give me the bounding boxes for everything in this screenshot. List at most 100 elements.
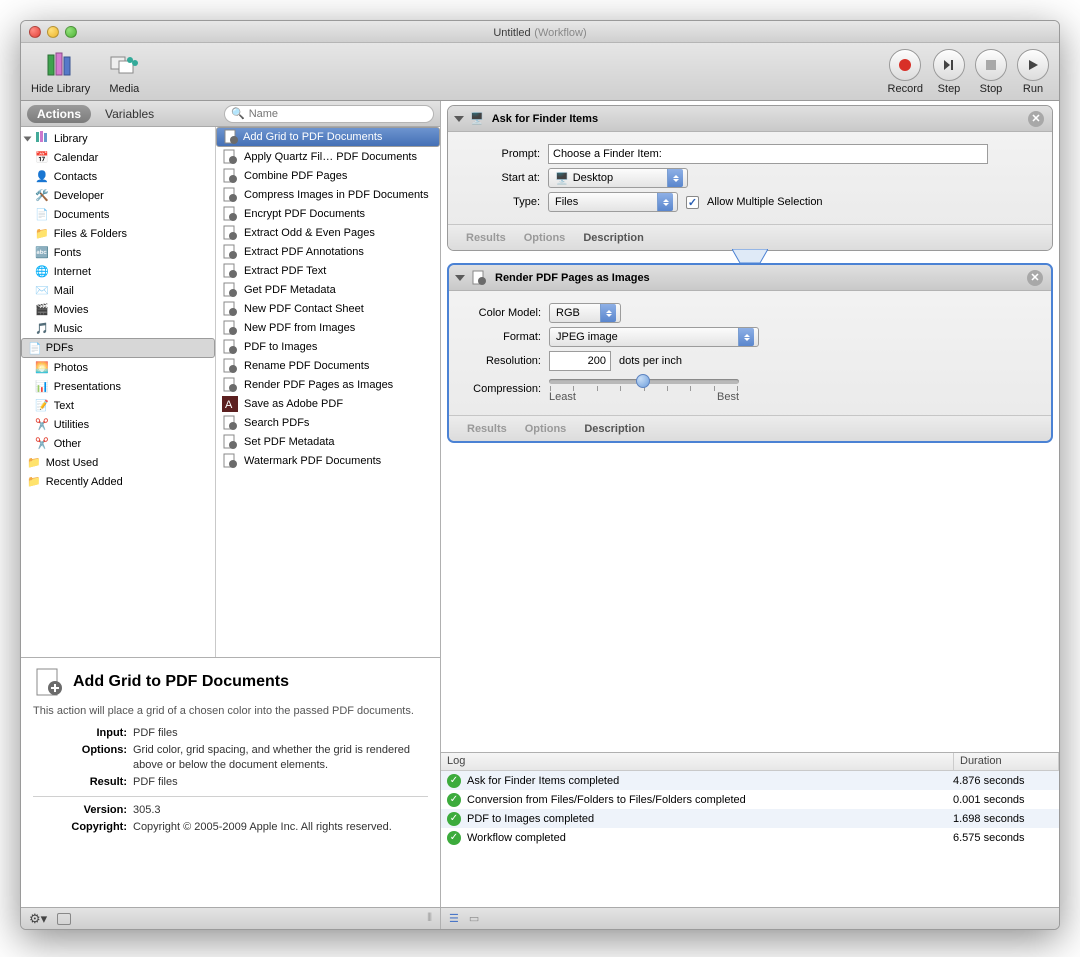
log-row[interactable]: ✓Workflow completed6.575 seconds bbox=[441, 828, 1059, 847]
category-icon: 📝 bbox=[35, 399, 49, 412]
pdf-action-icon bbox=[222, 377, 238, 393]
category-tree[interactable]: Library 📅Calendar👤Contacts🛠️Developer📄Do… bbox=[21, 127, 216, 657]
pdf-action-icon bbox=[222, 187, 238, 203]
run-button[interactable]: Run bbox=[1017, 49, 1049, 95]
tree-item-presentations[interactable]: 📊Presentations bbox=[21, 377, 215, 396]
category-icon: 👤 bbox=[35, 170, 49, 183]
tree-item-developer[interactable]: 🛠️Developer bbox=[21, 186, 215, 205]
tab-actions[interactable]: Actions bbox=[27, 105, 91, 123]
action-item[interactable]: Search PDFs bbox=[216, 413, 440, 432]
resolution-input[interactable] bbox=[549, 351, 611, 371]
stop-button[interactable]: Stop bbox=[975, 49, 1007, 95]
action-item[interactable]: Compress Images in PDF Documents bbox=[216, 185, 440, 204]
compression-label: Compression: bbox=[461, 383, 541, 395]
view-toggle-1[interactable] bbox=[57, 913, 71, 925]
pdf-action-icon bbox=[222, 301, 238, 317]
colormodel-select[interactable]: RGB bbox=[549, 303, 621, 323]
log-row[interactable]: ✓PDF to Images completed1.698 seconds bbox=[441, 809, 1059, 828]
search-input[interactable] bbox=[249, 108, 427, 120]
tree-item-documents[interactable]: 📄Documents bbox=[21, 205, 215, 224]
disclosure-icon[interactable] bbox=[454, 116, 464, 122]
media-button[interactable]: Media bbox=[108, 49, 140, 95]
description-tab[interactable]: Description bbox=[584, 423, 645, 435]
tree-item-mail[interactable]: ✉️Mail bbox=[21, 281, 215, 300]
tree-item-files-folders[interactable]: 📁Files & Folders bbox=[21, 224, 215, 243]
titlebar[interactable]: Untitled (Workflow) bbox=[21, 21, 1059, 43]
disclosure-icon[interactable] bbox=[455, 275, 465, 281]
action-item[interactable]: Apply Quartz Fil… PDF Documents bbox=[216, 147, 440, 166]
pdf-action-icon bbox=[222, 282, 238, 298]
tree-recently-added[interactable]: 📁 Recently Added bbox=[21, 472, 215, 491]
options-tab[interactable]: Options bbox=[525, 423, 567, 435]
tree-item-contacts[interactable]: 👤Contacts bbox=[21, 167, 215, 186]
description-tab[interactable]: Description bbox=[583, 232, 644, 244]
log-row[interactable]: ✓Ask for Finder Items completed4.876 sec… bbox=[441, 771, 1059, 790]
tree-item-other[interactable]: ✂️Other bbox=[21, 434, 215, 453]
action-item[interactable]: Set PDF Metadata bbox=[216, 432, 440, 451]
record-button[interactable]: Record bbox=[888, 49, 923, 95]
tree-library[interactable]: Library bbox=[21, 129, 215, 148]
tree-most-used[interactable]: 📁 Most Used bbox=[21, 453, 215, 472]
gear-menu[interactable]: ⚙︎▾ bbox=[29, 911, 47, 927]
results-tab[interactable]: Results bbox=[467, 423, 507, 435]
action-item[interactable]: PDF to Images bbox=[216, 337, 440, 356]
duration-header[interactable]: Duration bbox=[954, 753, 1059, 770]
format-select[interactable]: JPEG image bbox=[549, 327, 759, 347]
pdf-action-icon bbox=[33, 666, 65, 698]
startat-select[interactable]: 🖥️ Desktop bbox=[548, 168, 688, 188]
action-item[interactable]: Get PDF Metadata bbox=[216, 280, 440, 299]
tree-item-photos[interactable]: 🌅Photos bbox=[21, 358, 215, 377]
svg-text:A: A bbox=[225, 399, 233, 411]
record-icon bbox=[889, 49, 921, 81]
action-item[interactable]: Watermark PDF Documents bbox=[216, 451, 440, 470]
type-select[interactable]: Files bbox=[548, 192, 678, 212]
options-tab[interactable]: Options bbox=[524, 232, 566, 244]
action-item[interactable]: Extract Odd & Even Pages bbox=[216, 223, 440, 242]
workflow-area[interactable]: 🖥️ Ask for Finder Items ✕ Prompt: Start … bbox=[441, 101, 1059, 752]
tree-item-pdfs[interactable]: 📄PDFs bbox=[21, 338, 215, 358]
action-item[interactable]: ASave as Adobe PDF bbox=[216, 394, 440, 413]
doc-type: (Workflow) bbox=[534, 27, 586, 39]
log-row[interactable]: ✓Conversion from Files/Folders to Files/… bbox=[441, 790, 1059, 809]
action-item[interactable]: Render PDF Pages as Images bbox=[216, 375, 440, 394]
tree-item-utilities[interactable]: ✂️Utilities bbox=[21, 415, 215, 434]
hide-library-button[interactable]: Hide Library bbox=[31, 49, 90, 95]
action-item[interactable]: Extract PDF Text bbox=[216, 261, 440, 280]
action-item[interactable]: Combine PDF Pages bbox=[216, 166, 440, 185]
compression-slider[interactable]: LeastBest bbox=[549, 375, 739, 403]
media-icon bbox=[108, 49, 140, 81]
step-render-pdf[interactable]: Render PDF Pages as Images ✕ Color Model… bbox=[447, 263, 1053, 443]
step-button[interactable]: Step bbox=[933, 49, 965, 95]
results-tab[interactable]: Results bbox=[466, 232, 506, 244]
list-view-icon[interactable]: ☰ bbox=[449, 912, 459, 925]
allow-multiple-checkbox[interactable]: ✓ bbox=[686, 196, 699, 209]
remove-step-button[interactable]: ✕ bbox=[1028, 111, 1044, 127]
search-field[interactable]: 🔍 bbox=[224, 105, 434, 123]
tree-item-music[interactable]: 🎵Music bbox=[21, 319, 215, 338]
action-item[interactable]: Add Grid to PDF Documents bbox=[216, 127, 440, 147]
tree-item-text[interactable]: 📝Text bbox=[21, 396, 215, 415]
tab-variables[interactable]: Variables bbox=[95, 105, 164, 123]
action-item[interactable]: Encrypt PDF Documents bbox=[216, 204, 440, 223]
tree-item-movies[interactable]: 🎬Movies bbox=[21, 300, 215, 319]
tree-item-fonts[interactable]: 🔤Fonts bbox=[21, 243, 215, 262]
library-panel: Actions Variables 🔍 Library 📅Calendar👤Co… bbox=[21, 101, 441, 907]
log-header[interactable]: Log bbox=[441, 753, 954, 770]
action-item[interactable]: Rename PDF Documents bbox=[216, 356, 440, 375]
action-item[interactable]: New PDF Contact Sheet bbox=[216, 299, 440, 318]
tree-item-internet[interactable]: 🌐Internet bbox=[21, 262, 215, 281]
actions-list[interactable]: Add Grid to PDF DocumentsApply Quartz Fi… bbox=[216, 127, 440, 657]
pdf-action-icon bbox=[223, 129, 239, 145]
format-label: Format: bbox=[461, 331, 541, 343]
colormodel-label: Color Model: bbox=[461, 307, 541, 319]
action-item[interactable]: New PDF from Images bbox=[216, 318, 440, 337]
flow-view-icon[interactable]: ▭ bbox=[469, 912, 479, 925]
remove-step-button[interactable]: ✕ bbox=[1027, 270, 1043, 286]
prompt-input[interactable] bbox=[548, 144, 988, 164]
step-ask-finder[interactable]: 🖥️ Ask for Finder Items ✕ Prompt: Start … bbox=[447, 105, 1053, 251]
disclosure-icon bbox=[24, 136, 32, 141]
tree-item-calendar[interactable]: 📅Calendar bbox=[21, 148, 215, 167]
category-icon: ✉️ bbox=[35, 284, 49, 297]
action-item[interactable]: Extract PDF Annotations bbox=[216, 242, 440, 261]
drag-handle-icon[interactable]: ⦀ bbox=[427, 912, 432, 925]
